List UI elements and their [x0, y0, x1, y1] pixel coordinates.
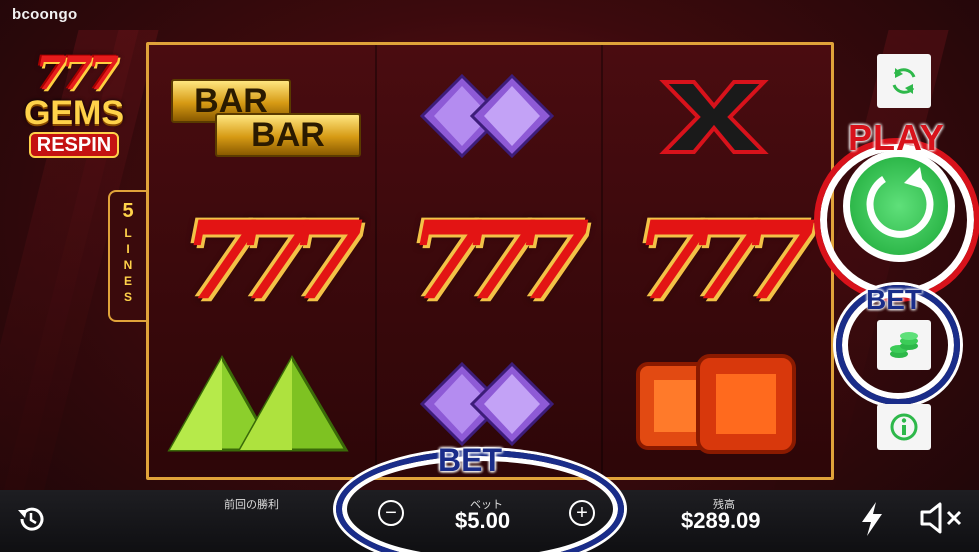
coins-icon — [890, 332, 918, 358]
info-icon — [890, 413, 918, 441]
lines-letter: L — [124, 226, 132, 240]
x-icon — [659, 80, 769, 154]
reels-frame: BAR BAR 777 777 777 — [146, 42, 834, 480]
seven-text: 777 — [408, 198, 590, 324]
play-label: PLAY — [848, 117, 945, 158]
lines-letter: S — [123, 290, 132, 304]
autoplay-button[interactable] — [877, 54, 931, 108]
spin-button[interactable] — [843, 150, 955, 262]
game-stage: bcoongo 777 GEMS RESPIN 5 LINES BAR BAR … — [0, 0, 979, 552]
bar-text: BAR — [251, 115, 325, 154]
last-win-label: 前回の勝利 — [224, 499, 279, 511]
seven-text: 777 — [182, 198, 364, 324]
game-logo: 777 GEMS RESPIN — [10, 50, 138, 158]
brand-logo: bcoongo — [12, 6, 78, 23]
symbol-triple-seven: 777 — [375, 189, 601, 333]
purple-gem-icon — [419, 361, 555, 447]
lines-word: LINES — [110, 225, 146, 305]
red-gem-icon — [636, 354, 796, 454]
symbol-triangle-green-double — [149, 333, 375, 477]
bet-label-side: BET — [866, 284, 922, 315]
logo-sevens: 777 — [34, 46, 119, 100]
spin-arrow-icon — [866, 167, 934, 238]
purple-gem-icon — [419, 73, 555, 159]
lines-indicator: 5 LINES — [108, 190, 146, 322]
symbol-bar-double: BAR BAR — [149, 45, 375, 189]
lines-letter: I — [126, 242, 130, 256]
lines-letter: E — [123, 274, 132, 288]
balance-value: $289.09 — [681, 508, 761, 533]
symbol-square-red-double — [601, 333, 827, 477]
symbol-diamond-purple-double — [375, 45, 601, 189]
turbo-lightning-icon[interactable] — [858, 500, 886, 538]
refresh-icon — [892, 68, 916, 94]
green-gem-icon — [167, 354, 349, 452]
symbol-x — [601, 45, 827, 189]
logo-gems: GEMS — [23, 94, 125, 132]
bet-label-bottom: BET — [438, 442, 502, 478]
seven-text: 777 — [634, 198, 816, 324]
bar-plate: BAR — [215, 113, 361, 157]
info-button[interactable] — [877, 404, 931, 450]
sound-muted-icon[interactable] — [918, 500, 966, 536]
lines-count: 5 — [122, 200, 134, 222]
bet-settings-button[interactable] — [877, 320, 931, 370]
logo-respin: RESPIN — [28, 132, 120, 158]
symbol-triple-seven: 777 — [149, 189, 375, 333]
lines-letter: N — [123, 258, 133, 272]
symbol-triple-seven: 777 — [601, 189, 827, 333]
history-icon[interactable] — [14, 502, 48, 536]
